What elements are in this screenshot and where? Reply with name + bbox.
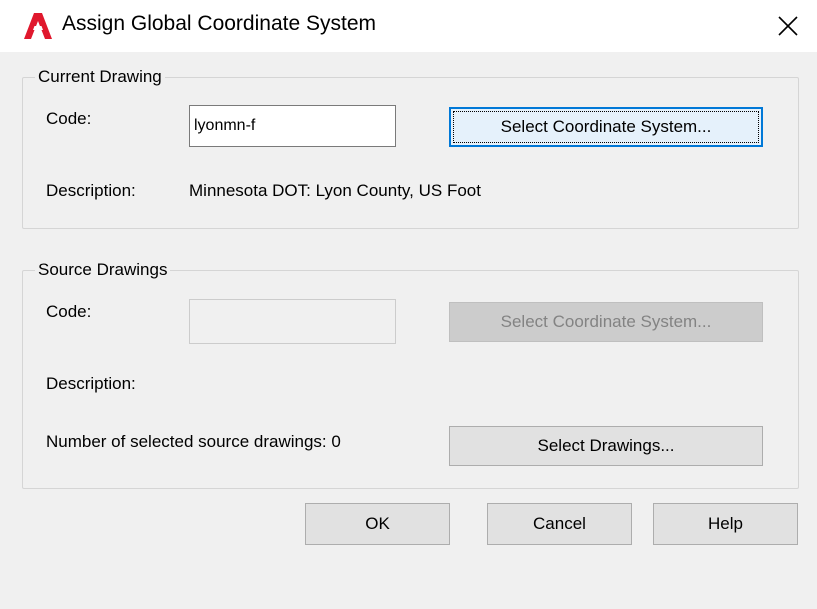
close-icon [778, 16, 798, 36]
current-select-coordinate-system-button[interactable]: Select Coordinate System... [449, 107, 763, 147]
current-code-label: Code: [46, 109, 92, 128]
source-code-input[interactable] [189, 299, 396, 344]
select-drawings-button[interactable]: Select Drawings... [449, 426, 763, 466]
current-code-input[interactable] [189, 105, 396, 147]
source-description-label: Description: [46, 374, 136, 393]
source-code-label: Code: [46, 302, 92, 321]
window-title: Assign Global Coordinate System [62, 12, 376, 35]
cancel-button[interactable]: Cancel [487, 503, 632, 545]
close-button[interactable] [759, 0, 817, 52]
current-description-label: Description: [46, 181, 136, 200]
help-button[interactable]: Help [653, 503, 798, 545]
source-drawings-group-label: Source Drawings [35, 260, 171, 280]
source-drawings-count-label: Number of selected source drawings: 0 [46, 432, 341, 451]
source-select-coordinate-system-button[interactable]: Select Coordinate System... [449, 302, 763, 342]
current-description-value: Minnesota DOT: Lyon County, US Foot [189, 181, 481, 200]
ok-button[interactable]: OK [305, 503, 450, 545]
autocad-icon [24, 13, 52, 39]
current-drawing-group-label: Current Drawing [35, 67, 165, 87]
current-drawing-group [22, 77, 799, 229]
title-bar: Assign Global Coordinate System [0, 0, 817, 52]
